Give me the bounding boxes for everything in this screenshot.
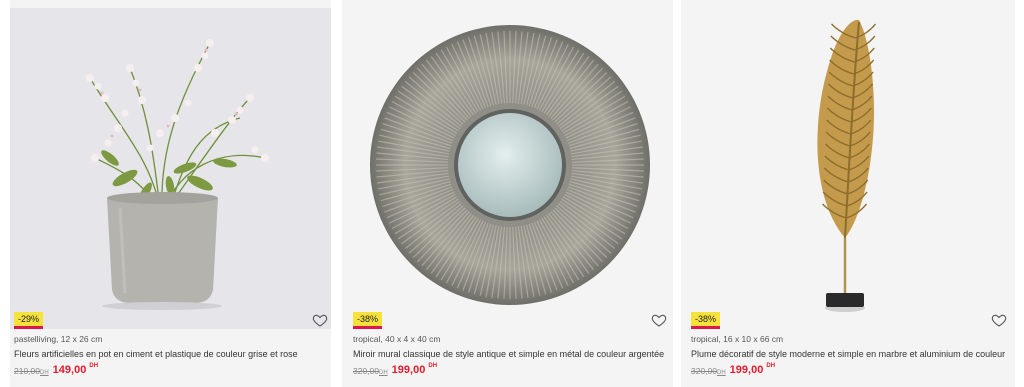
- round-wall-mirror-image: [342, 8, 673, 329]
- product-meta: tropical, 40 x 4 x 40 cm: [353, 334, 441, 344]
- product-title[interactable]: Fleurs artificielles en pot en ciment et…: [14, 349, 298, 359]
- new-price: 149,00 DH: [52, 363, 99, 376]
- potted-flowers-image: [10, 8, 331, 329]
- product-grid: -29% pastelliving, 12 x 26 cm Fleurs art…: [0, 0, 1024, 387]
- product-card[interactable]: -38% tropical, 40 x 4 x 40 cm Miroir mur…: [342, 0, 673, 387]
- product-meta: pastelliving, 12 x 26 cm: [14, 334, 103, 344]
- product-card[interactable]: -38% tropical, 16 x 10 x 66 cm Plume déc…: [681, 0, 1015, 387]
- new-price: 199,00 DH: [391, 363, 438, 376]
- price-row: 210,00DH 149,00 DH: [14, 363, 99, 376]
- old-price: 320,00DH: [691, 366, 726, 376]
- product-title[interactable]: Plume décoratif de style moderne et simp…: [691, 349, 1005, 359]
- discount-badge: -38%: [691, 312, 721, 329]
- old-price: 210,00DH: [14, 366, 49, 376]
- heart-outline-icon[interactable]: [312, 312, 328, 328]
- old-price: 320,00DH: [353, 366, 388, 376]
- price-row: 320,00DH 199,00 DH: [353, 363, 438, 376]
- discount-badge: -38%: [353, 312, 383, 329]
- golden-leaf-sculpture-image: [681, 8, 1015, 329]
- product-image[interactable]: [342, 8, 673, 329]
- product-image[interactable]: [10, 8, 331, 329]
- product-image[interactable]: [681, 8, 1015, 329]
- product-title[interactable]: Miroir mural classique de style antique …: [353, 349, 664, 359]
- new-price: 199,00 DH: [729, 363, 776, 376]
- price-row: 320,00DH 199,00 DH: [691, 363, 776, 376]
- heart-outline-icon[interactable]: [991, 312, 1007, 328]
- product-meta: tropical, 16 x 10 x 66 cm: [691, 334, 784, 344]
- heart-outline-icon[interactable]: [651, 312, 667, 328]
- product-card[interactable]: -29% pastelliving, 12 x 26 cm Fleurs art…: [10, 0, 331, 387]
- discount-badge: -29%: [14, 312, 44, 329]
